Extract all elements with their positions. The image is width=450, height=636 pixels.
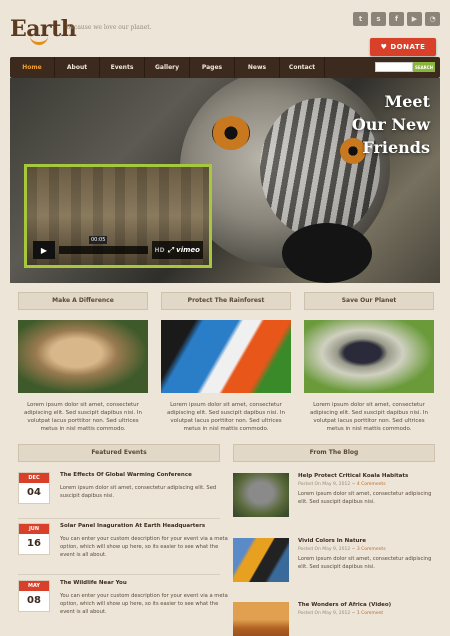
facebook-icon[interactable]: f bbox=[389, 12, 404, 26]
rss-icon[interactable]: ◔ bbox=[425, 12, 440, 26]
logo-swirl-icon bbox=[30, 35, 48, 45]
video-timecode: 00:05 bbox=[89, 236, 108, 244]
post-comments[interactable]: 3 Comments bbox=[357, 547, 386, 552]
search-form: SEARCH bbox=[375, 62, 435, 72]
featured-events-heading: Featured Events bbox=[18, 444, 220, 462]
event-text: You can enter your custom description fo… bbox=[60, 593, 228, 615]
donate-button[interactable]: ♥ DONATE bbox=[370, 38, 436, 56]
event-title[interactable]: Solar Panel Inaguration At Earth Headqua… bbox=[60, 523, 205, 529]
feature-text: Lorem ipsum dolor sit amet, consectetur … bbox=[310, 402, 428, 432]
event-item[interactable]: JUN 16 Solar Panel Inaguration At Earth … bbox=[18, 523, 228, 571]
nav-item-home[interactable]: Home bbox=[10, 57, 55, 78]
feature-heading: Protect The Rainforest bbox=[161, 292, 291, 310]
lemur-eye bbox=[212, 116, 250, 150]
hero-slider: Meet Our New Friends ▶ 00:05 HD ⤢ vimeo bbox=[10, 78, 440, 283]
video-timeline[interactable]: 00:05 bbox=[59, 236, 148, 254]
nav-item-gallery[interactable]: Gallery bbox=[145, 57, 190, 78]
nav-item-events[interactable]: Events bbox=[100, 57, 145, 78]
hd-label[interactable]: HD bbox=[155, 247, 165, 254]
post-comments[interactable]: 4 Comments bbox=[357, 482, 386, 487]
search-button[interactable]: SEARCH bbox=[413, 62, 435, 72]
lynx-image[interactable] bbox=[18, 320, 148, 393]
fullscreen-icon[interactable]: ⤢ bbox=[168, 246, 174, 255]
event-month: MAY bbox=[19, 581, 49, 591]
video-controls: ▶ 00:05 HD ⤢ vimeo bbox=[33, 236, 203, 259]
blog-post[interactable]: The Wonders of Africa (Video) Posted On … bbox=[233, 602, 438, 636]
monkey-image[interactable] bbox=[304, 320, 434, 393]
search-input[interactable] bbox=[375, 62, 413, 72]
post-excerpt: Lorem ipsum dolor sit amet, consectetur … bbox=[298, 491, 432, 505]
tagline: Because we love our planet. bbox=[66, 24, 152, 31]
post-title[interactable]: The Wonders of Africa (Video) bbox=[298, 602, 391, 608]
from-the-blog-heading: From The Blog bbox=[233, 444, 435, 462]
blog-post[interactable]: Help Protect Critical Koala Habitats Pos… bbox=[233, 473, 438, 521]
event-text: Lorem ipsum dolor sit amet, consectetur … bbox=[60, 485, 217, 499]
calendar-badge: DEC 04 bbox=[18, 472, 50, 504]
post-title[interactable]: Vivid Colors In Nature bbox=[298, 538, 366, 544]
nav-item-contact[interactable]: Contact bbox=[280, 57, 325, 78]
lemur-nose bbox=[282, 223, 372, 283]
hero-title-line: Meet bbox=[384, 92, 430, 111]
video-badge: HD ⤢ vimeo bbox=[151, 241, 203, 259]
donate-label: DONATE bbox=[390, 43, 426, 51]
elephant-image[interactable] bbox=[233, 602, 289, 636]
post-title[interactable]: Help Protect Critical Koala Habitats bbox=[298, 473, 408, 479]
nav-item-news[interactable]: News bbox=[235, 57, 280, 78]
post-date: Posted On May 9, 2012 bbox=[298, 611, 351, 616]
post-date: Posted On May 9, 2012 bbox=[298, 547, 351, 552]
post-excerpt: Lorem ipsum dolor sit amet, consectetur … bbox=[298, 556, 432, 570]
event-month: DEC bbox=[19, 473, 49, 483]
feature-text: Lorem ipsum dolor sit amet, consectetur … bbox=[24, 402, 142, 432]
vimeo-logo[interactable]: vimeo bbox=[176, 246, 200, 254]
parrot-image[interactable] bbox=[161, 320, 291, 393]
post-date: Posted On May 9, 2012 bbox=[298, 482, 351, 487]
event-title[interactable]: The Wildlife Near You bbox=[60, 580, 127, 586]
event-item[interactable]: DEC 04 The Effects Of Global Warming Con… bbox=[18, 472, 220, 512]
event-day: 04 bbox=[27, 487, 41, 498]
calendar-badge: MAY 08 bbox=[18, 580, 50, 612]
twitter-icon[interactable]: t bbox=[353, 12, 368, 26]
event-day: 16 bbox=[27, 538, 41, 549]
feature-column: Save Our Planet Lorem ipsum dolor sit am… bbox=[304, 292, 434, 433]
event-title[interactable]: The Effects Of Global Warming Conference bbox=[60, 472, 192, 478]
hero-title-line: Friends bbox=[362, 138, 430, 157]
calendar-badge: JUN 16 bbox=[18, 523, 50, 555]
event-text: You can enter your custom description fo… bbox=[60, 536, 228, 558]
feature-column: Protect The Rainforest Lorem ipsum dolor… bbox=[161, 292, 291, 433]
video-player[interactable]: ▶ 00:05 HD ⤢ vimeo bbox=[24, 164, 212, 268]
hero-title: Meet Our New Friends bbox=[352, 90, 430, 159]
post-meta: Posted On May 9, 2012 ~ 3 Comments bbox=[298, 547, 386, 552]
divider bbox=[18, 574, 220, 575]
heart-icon: ♥ bbox=[380, 43, 388, 51]
feature-column: Make A Difference Lorem ipsum dolor sit … bbox=[18, 292, 148, 433]
post-meta: Posted On May 9, 2012 ~ 4 Comments bbox=[298, 482, 386, 487]
feature-text: Lorem ipsum dolor sit amet, consectetur … bbox=[167, 402, 285, 432]
hero-title-line: Our New bbox=[351, 115, 430, 134]
page: Earth Because we love our planet. t s f … bbox=[0, 0, 450, 636]
feature-heading: Save Our Planet bbox=[304, 292, 434, 310]
koala-image[interactable] bbox=[233, 473, 289, 517]
youtube-icon[interactable]: ▶ bbox=[407, 12, 422, 26]
event-day: 08 bbox=[27, 595, 41, 606]
nav-item-about[interactable]: About bbox=[55, 57, 100, 78]
blog-post[interactable]: Vivid Colors In Nature Posted On May 9, … bbox=[233, 538, 438, 586]
nav-item-pages[interactable]: Pages bbox=[190, 57, 235, 78]
toucan-image[interactable] bbox=[233, 538, 289, 582]
event-item[interactable]: MAY 08 The Wildlife Near You You can ent… bbox=[18, 580, 228, 628]
social-icons: t s f ▶ ◔ bbox=[353, 12, 440, 26]
post-meta: Posted On May 9, 2012 ~ 1 Comment bbox=[298, 611, 384, 616]
divider bbox=[18, 518, 220, 519]
feature-heading: Make A Difference bbox=[18, 292, 148, 310]
event-month: JUN bbox=[19, 524, 49, 534]
play-icon[interactable]: ▶ bbox=[33, 241, 55, 259]
stumbleupon-icon[interactable]: s bbox=[371, 12, 386, 26]
post-comments[interactable]: 1 Comment bbox=[357, 611, 383, 616]
